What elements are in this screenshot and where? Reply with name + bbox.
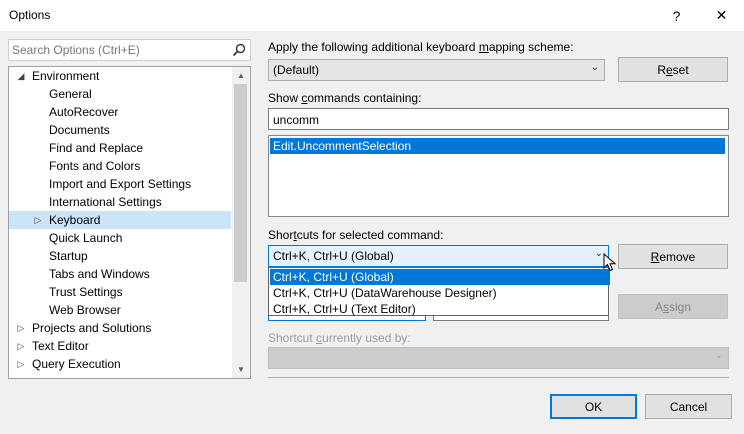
- help-button[interactable]: ?: [654, 0, 699, 31]
- shortcuts-select[interactable]: Ctrl+K, Ctrl+U (Global) ⌄: [268, 245, 609, 267]
- tree-item-label: Find and Replace: [49, 141, 144, 155]
- commands-filter-input[interactable]: [273, 113, 713, 127]
- shortcut-option[interactable]: Ctrl+K, Ctrl+U (DataWarehouse Designer): [270, 285, 610, 301]
- tree-item-autorecover[interactable]: AutoRecover: [9, 103, 231, 121]
- tree-item-label: General: [49, 87, 92, 101]
- reset-button[interactable]: Re set: [618, 57, 728, 82]
- ok-button[interactable]: OK: [550, 394, 637, 419]
- tree-item-international[interactable]: International Settings: [9, 193, 231, 211]
- tree-item-label: Environment: [32, 69, 100, 83]
- tree-item-documents[interactable]: Documents: [9, 121, 231, 139]
- tree-item-environment[interactable]: ◢ Environment: [9, 67, 231, 85]
- use-new-shortcut-select[interactable]: [268, 316, 426, 321]
- divider: [268, 377, 729, 378]
- remove-button[interactable]: Remove: [618, 244, 728, 269]
- tree-item-label: Fonts and Colors: [49, 159, 141, 173]
- tree-item-label: Quick Launch: [49, 231, 123, 245]
- tree-item-import-export[interactable]: Import and Export Settings: [9, 175, 231, 193]
- tree-item-startup[interactable]: Startup: [9, 247, 231, 265]
- expand-icon[interactable]: ▷: [16, 319, 26, 337]
- scroll-up-icon[interactable]: ▲: [232, 67, 250, 84]
- commands-filter-box[interactable]: [268, 108, 729, 130]
- used-by-select: ⌄: [268, 347, 729, 369]
- command-item[interactable]: Edit.UncommentSelection: [270, 138, 725, 154]
- assign-button[interactable]: As sign: [618, 294, 728, 319]
- mapping-scheme-select[interactable]: (Default) ⌄: [268, 59, 605, 81]
- show-commands-label: Show commands containing:: [268, 91, 422, 105]
- press-shortcut-keys-input[interactable]: [433, 316, 609, 321]
- shortcuts-label: Shortcuts for selected command:: [268, 228, 444, 242]
- scroll-thumb[interactable]: [234, 84, 247, 282]
- tree-item-query-execution[interactable]: ▷ Query Execution: [9, 355, 231, 373]
- tree-item-label: AutoRecover: [49, 105, 119, 119]
- cancel-button[interactable]: Cancel: [645, 394, 732, 419]
- search-options-box[interactable]: [8, 39, 251, 61]
- tree-item-label: Text Editor: [32, 339, 89, 353]
- scroll-down-icon[interactable]: ▼: [232, 361, 250, 378]
- mapping-scheme-value: (Default): [273, 63, 320, 77]
- tree-item-label: Projects and Solutions: [32, 321, 152, 335]
- tree-item-find-and-replace[interactable]: Find and Replace: [9, 139, 231, 157]
- chevron-down-icon: ⌄: [714, 350, 723, 361]
- search-input[interactable]: [12, 43, 222, 57]
- mapping-scheme-label: Apply the following additional keyboard …: [268, 40, 574, 54]
- tree-item-label: Query Execution: [32, 357, 121, 371]
- tree-item-label: Documents: [49, 123, 110, 137]
- expand-icon[interactable]: ▷: [16, 337, 26, 355]
- used-by-label: Shortcut currently used by:: [268, 331, 411, 345]
- chevron-down-icon: ⌄: [594, 248, 603, 259]
- options-tree[interactable]: ◢ Environment General AutoRecover Docume…: [8, 66, 251, 379]
- shortcuts-select-value: Ctrl+K, Ctrl+U (Global): [273, 249, 394, 263]
- window-title: Options: [9, 8, 51, 22]
- tree-scrollbar[interactable]: ▲ ▼: [232, 67, 250, 378]
- search-icon[interactable]: [231, 42, 247, 58]
- tree-item-label: International Settings: [49, 195, 162, 209]
- chevron-down-icon: ⌄: [590, 62, 599, 73]
- tree-item-web-browser[interactable]: Web Browser: [9, 301, 231, 319]
- tree-item-label: Import and Export Settings: [49, 177, 192, 191]
- tree-item-label: Trust Settings: [49, 285, 123, 299]
- collapse-icon[interactable]: ◢: [16, 67, 26, 85]
- expand-icon[interactable]: ▷: [33, 211, 43, 229]
- tree-item-quick-launch[interactable]: Quick Launch: [9, 229, 231, 247]
- title-bar: [0, 0, 744, 31]
- shortcut-option[interactable]: Ctrl+K, Ctrl+U (Text Editor): [270, 301, 610, 317]
- close-button[interactable]: ✕: [699, 0, 744, 31]
- shortcuts-dropdown-list[interactable]: Ctrl+K, Ctrl+U (Global) Ctrl+K, Ctrl+U (…: [268, 267, 610, 317]
- tree-item-label: Tabs and Windows: [49, 267, 150, 281]
- tree-item-label: Web Browser: [49, 303, 121, 317]
- tree-item-general[interactable]: General: [9, 85, 231, 103]
- tree-item-text-editor[interactable]: ▷ Text Editor: [9, 337, 231, 355]
- expand-icon[interactable]: ▷: [16, 355, 26, 373]
- tree-item-label: Startup: [49, 249, 88, 263]
- commands-list[interactable]: Edit.UncommentSelection: [268, 135, 729, 217]
- tree-item-keyboard[interactable]: ▷ Keyboard: [9, 211, 231, 229]
- mouse-cursor-icon: [603, 253, 617, 272]
- tree-item-trust-settings[interactable]: Trust Settings: [9, 283, 231, 301]
- tree-item-projects-solutions[interactable]: ▷ Projects and Solutions: [9, 319, 231, 337]
- shortcut-option[interactable]: Ctrl+K, Ctrl+U (Global): [270, 269, 610, 285]
- tree-item-fonts-and-colors[interactable]: Fonts and Colors: [9, 157, 231, 175]
- tree-item-label: Keyboard: [49, 213, 101, 227]
- tree-item-tabs-and-windows[interactable]: Tabs and Windows: [9, 265, 231, 283]
